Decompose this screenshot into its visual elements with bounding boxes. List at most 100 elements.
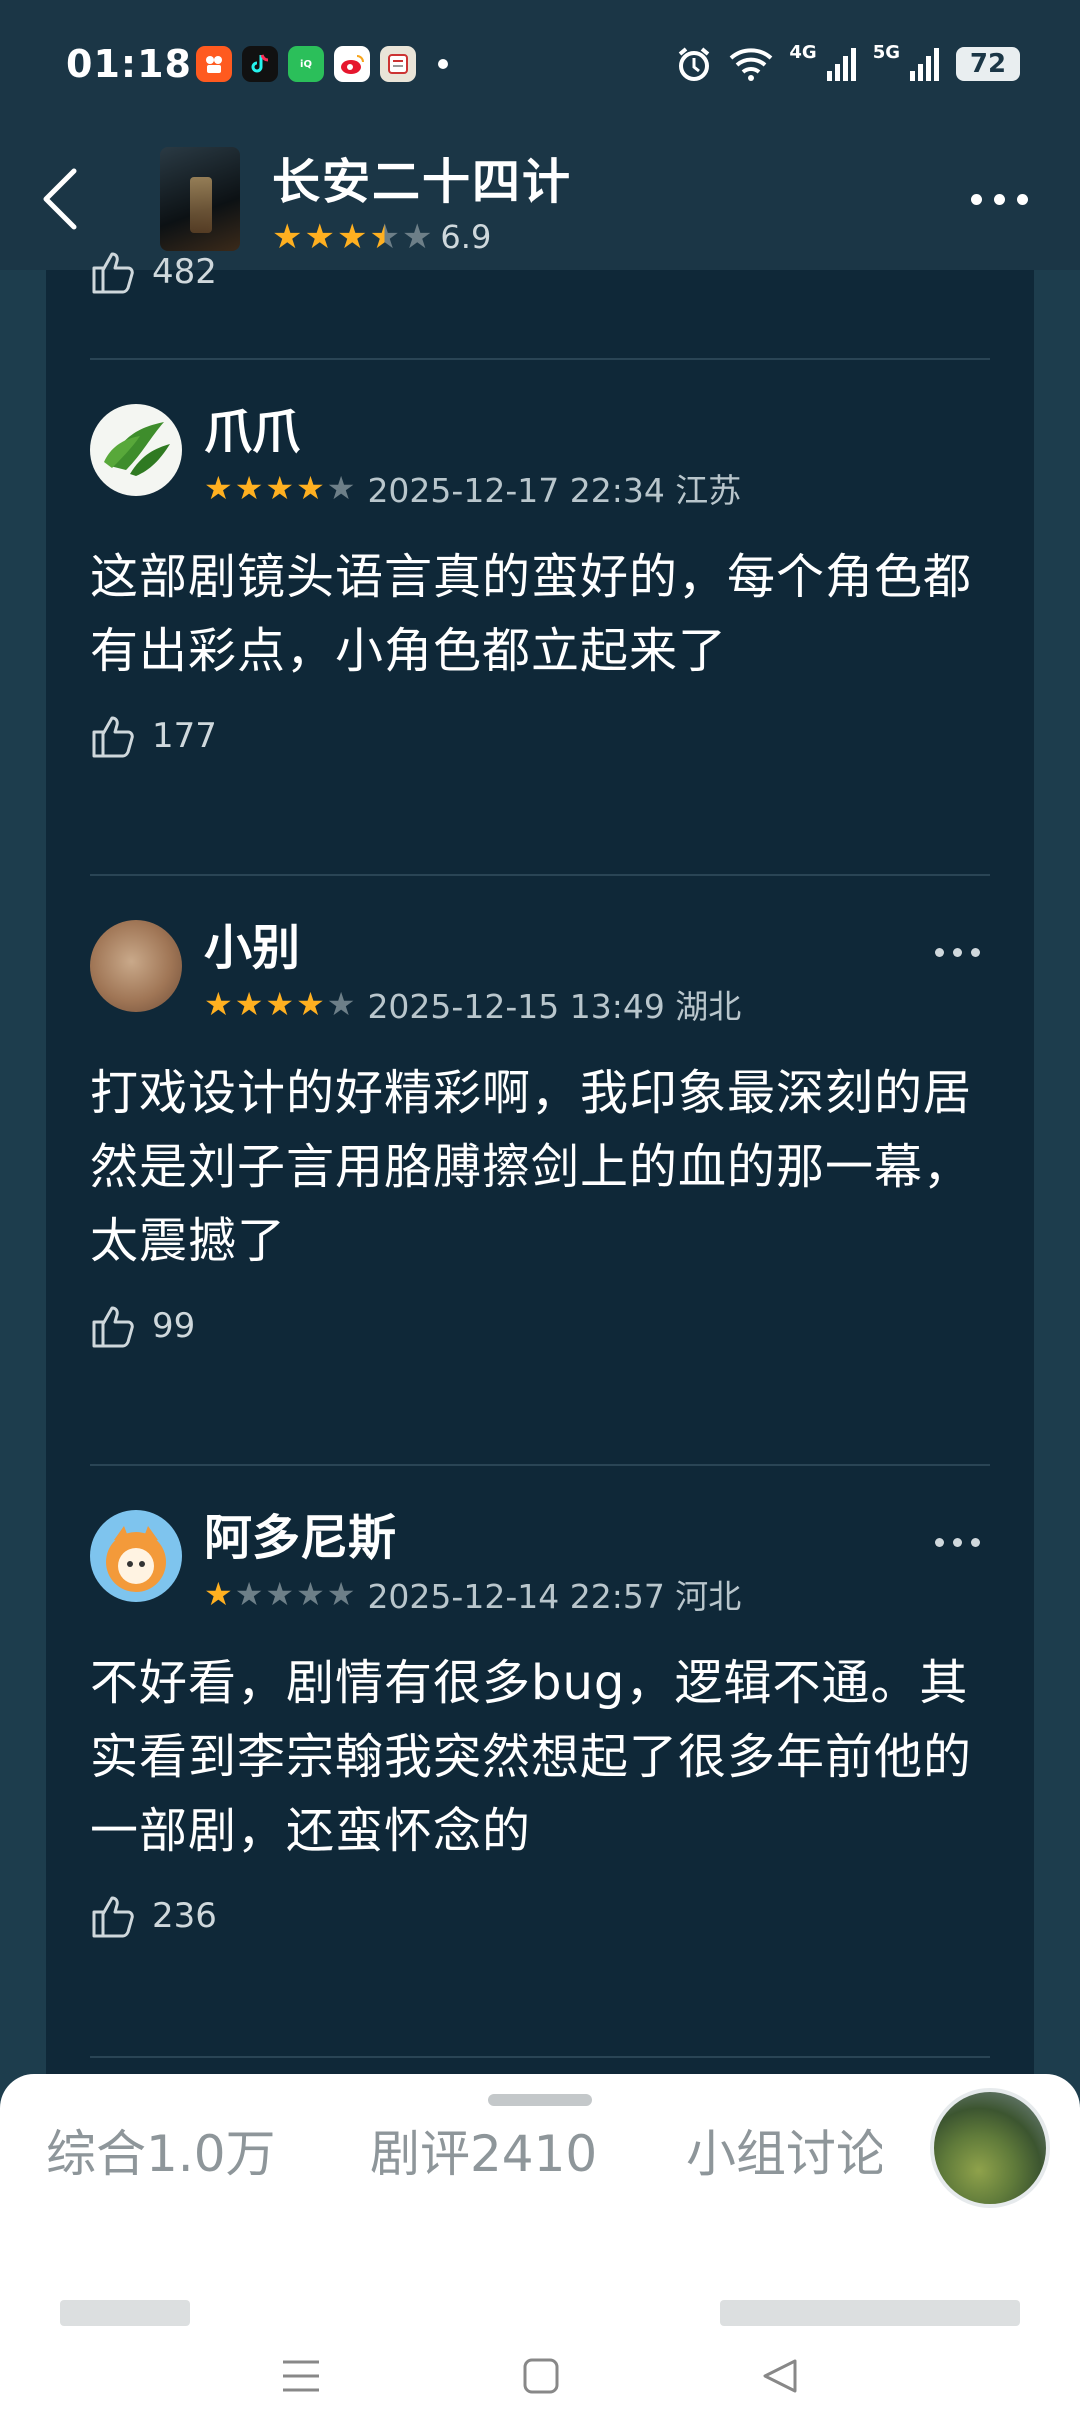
star-icon: ★	[204, 985, 233, 1023]
more-dot-icon	[971, 193, 982, 205]
faded-content-row	[60, 2300, 1020, 2336]
alarm-icon	[679, 47, 710, 81]
tab-group-discussion[interactable]: 小组讨论	[686, 2114, 882, 2186]
username[interactable]: 阿多尼斯	[204, 1510, 741, 1566]
rating-stars: ★ ★ ★ ★ ★	[272, 220, 432, 254]
review-more-button[interactable]	[935, 948, 980, 957]
tab-overall[interactable]: 综合1.0万	[46, 2114, 276, 2186]
review-text[interactable]: 不好看，剧情有很多bug，逻辑不通。其实看到李宗翰我突然想起了很多年前他的一部剧…	[90, 1646, 990, 1868]
drag-handle[interactable]	[488, 2094, 592, 2106]
battery-indicator: 72	[956, 47, 1020, 81]
review-card: 小别 ★ ★ ★ ★ ★ 2025-12-15 13:49 湖北 打戏设计的好精彩啊，我…	[90, 920, 990, 1350]
like-button[interactable]: 236	[90, 1892, 990, 1940]
status-bar: 01:18 iQ 4G 5G 72	[0, 0, 1080, 128]
star-icon: ★	[204, 1575, 233, 1613]
review-date-location: 2025-12-15 13:49 湖北	[367, 987, 742, 1026]
show-rating: ★ ★ ★ ★ ★ 6.9	[272, 218, 572, 256]
star-icon: ★	[401, 217, 433, 257]
show-poster[interactable]	[160, 147, 240, 251]
username[interactable]: 爪爪	[204, 404, 741, 460]
star-icon: ★	[234, 469, 264, 507]
more-dot-icon	[953, 1538, 962, 1547]
like-button[interactable]: 482	[90, 248, 217, 296]
back-triangle-icon[interactable]	[761, 2357, 799, 2395]
star-icon: ★	[272, 217, 303, 257]
user-avatar[interactable]	[90, 920, 182, 1012]
star-icon: ★	[336, 217, 368, 257]
more-dot-icon	[953, 948, 962, 957]
kuaishou-icon	[196, 46, 232, 82]
signal-4g-label: 4G	[789, 41, 817, 63]
review-more-button[interactable]	[935, 1538, 980, 1547]
thumbs-up-icon	[92, 252, 134, 294]
more-dot-icon	[971, 948, 980, 957]
wifi-icon	[730, 48, 773, 81]
floating-avatar[interactable]	[930, 2088, 1050, 2208]
tab-reviews[interactable]: 剧评2410	[370, 2114, 597, 2186]
more-dot-icon	[971, 1538, 980, 1547]
system-status: 4G 5G 72	[675, 41, 1020, 83]
reviews-panel: 482 爪爪 ★ ★ ★ ★ ★ 2025-12-17 22:34 江苏 这部剧镜头语言…	[46, 252, 1034, 2100]
review-card: 爪爪 ★ ★ ★ ★ ★ 2025-12-17 22:34 江苏 这部剧镜头语言真的蛮好…	[90, 404, 990, 760]
weibo-icon	[334, 46, 370, 82]
username[interactable]: 小别	[204, 920, 741, 976]
divider	[90, 874, 990, 876]
review-card: 阿多尼斯 ★ ★ ★ ★ ★ 2025-12-14 22:57 河北 不好看，剧情有很多…	[90, 1510, 990, 1940]
more-options-button[interactable]	[971, 193, 1028, 205]
more-dot-icon	[994, 193, 1005, 205]
user-avatar[interactable]	[90, 404, 182, 496]
review-text[interactable]: 打戏设计的好精彩啊，我印象最深刻的居然是刘子言用胳膊擦剑上的血的那一幕，太震撼了	[90, 1056, 990, 1278]
review-date-location: 2025-12-17 22:34 江苏	[367, 471, 742, 510]
divider	[90, 358, 990, 360]
chevron-left-icon	[43, 168, 77, 230]
like-button[interactable]: 177	[90, 712, 990, 760]
divider	[90, 2056, 990, 2058]
star-icon: ★	[296, 1575, 325, 1613]
news-app-icon	[380, 46, 416, 82]
menu-icon[interactable]	[281, 2358, 321, 2394]
like-count: 177	[152, 716, 217, 756]
star-icon: ★	[296, 469, 325, 507]
review-date-location: 2025-12-14 22:57 河北	[367, 1577, 742, 1616]
user-avatar[interactable]	[90, 1510, 182, 1602]
divider	[90, 1464, 990, 1466]
show-info: 长安二十四计 ★ ★ ★ ★ ★ 6.9	[272, 142, 572, 256]
signal-4g-icon	[826, 48, 856, 81]
star-icon: ★	[234, 985, 264, 1023]
thumbs-up-icon	[92, 1306, 134, 1348]
star-icon: ★	[326, 469, 356, 507]
notification-app-icons: iQ	[196, 46, 448, 82]
like-count: 236	[152, 1896, 217, 1936]
more-notifications-dot	[438, 59, 448, 69]
star-icon: ★	[265, 469, 295, 507]
review-rating-stars: ★ ★ ★ ★ ★	[204, 1578, 355, 1610]
like-count: 482	[152, 252, 217, 292]
more-dot-icon	[935, 948, 944, 957]
signal-5g-label: 5G	[872, 41, 900, 63]
thumbs-up-icon	[92, 1896, 134, 1938]
star-icon: ★	[265, 1575, 295, 1613]
system-nav-bar	[0, 2338, 1080, 2414]
signal-5g-icon	[910, 48, 939, 81]
bottom-sheet[interactable]: 综合1.0万 剧评2410 小组讨论	[0, 2074, 1080, 2338]
home-icon[interactable]	[522, 2357, 560, 2395]
more-dot-icon	[1017, 193, 1028, 205]
clock: 01:18	[66, 42, 192, 86]
like-button[interactable]: 99	[90, 1302, 990, 1350]
review-rating-stars: ★ ★ ★ ★ ★	[204, 472, 355, 504]
star-icon: ★	[265, 985, 295, 1023]
star-icon: ★	[204, 469, 233, 507]
more-dot-icon	[935, 1538, 944, 1547]
star-icon: ★	[304, 217, 335, 257]
star-icon: ★	[296, 985, 325, 1023]
like-count: 99	[152, 1306, 196, 1346]
star-icon: ★	[326, 985, 356, 1023]
thumbs-up-icon	[92, 716, 134, 758]
star-icon: ★	[234, 1575, 264, 1613]
review-text[interactable]: 这部剧镜头语言真的蛮好的，每个角色都有出彩点，小角色都立起来了	[90, 540, 990, 688]
rating-score: 6.9	[440, 218, 492, 256]
douyin-icon	[242, 46, 278, 82]
review-rating-stars: ★ ★ ★ ★ ★	[204, 988, 355, 1020]
star-icon: ★	[369, 217, 400, 257]
show-title: 长安二十四计	[272, 154, 573, 210]
